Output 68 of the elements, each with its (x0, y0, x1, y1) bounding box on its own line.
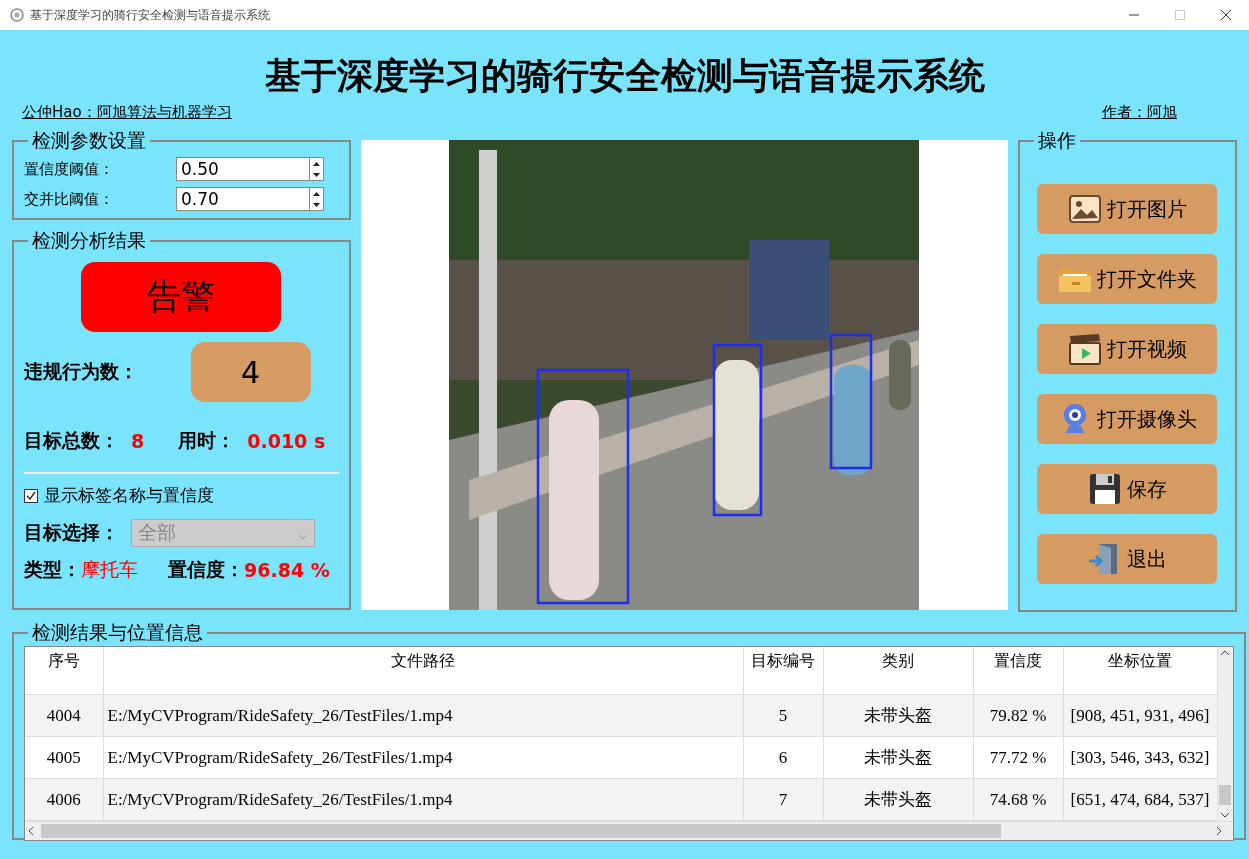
type-value: 摩托车 (81, 557, 138, 582)
violations-count: 4 (190, 342, 311, 402)
panel-title: 检测参数设置 (31, 128, 147, 153)
maximize-icon (1175, 10, 1185, 20)
table-cell: 4005 (25, 736, 103, 779)
scroll-thumb[interactable] (1219, 785, 1232, 805)
table-cell: E:/MyCVProgram/RideSafety_26/TestFiles/1.mp4 (103, 778, 743, 821)
table-cell: 未带头盔 (823, 778, 973, 821)
table-cell: 6 (743, 736, 823, 779)
table-cell: 4004 (25, 694, 103, 737)
field-label: 交并比阈值： (24, 189, 115, 209)
spin-down-icon[interactable] (313, 202, 320, 207)
table-cell: 未带头盔 (823, 694, 973, 737)
column-header: 置信度 (973, 647, 1063, 695)
total-label: 目标总数： (24, 428, 119, 453)
table-cell: 77.72 % (973, 736, 1063, 779)
action-button[interactable]: 保存 (1037, 464, 1218, 514)
column-header: 目标编号 (743, 647, 823, 695)
field-label: 置信度阈值： (24, 159, 115, 179)
table-cell: E:/MyCVProgram/RideSafety_26/TestFiles/1.mp4 (103, 736, 743, 779)
spin-up-icon[interactable] (313, 191, 320, 196)
column-header: 序号 (25, 647, 103, 695)
confidence-label: 置信度： (168, 557, 244, 582)
action-button[interactable]: 退出 (1037, 534, 1218, 584)
caret-icon (298, 534, 308, 540)
panel-title: 检测分析结果 (31, 228, 147, 253)
spin-up-icon[interactable] (313, 161, 320, 166)
column-header: 文件路径 (103, 647, 743, 695)
checkbox-label: 显示标签名称与置信度 (44, 484, 214, 507)
number-field[interactable]: 0.70 (176, 187, 309, 211)
target-label: 目标选择： (24, 520, 119, 545)
column-header: 坐标位置 (1063, 647, 1217, 695)
action-button[interactable]: 打开视频 (1037, 324, 1218, 374)
author-link[interactable]: 作者：阿旭 (1102, 102, 1177, 122)
table-cell: 7 (743, 778, 823, 821)
horizontal-scrollbar[interactable] (25, 821, 1233, 840)
table-cell: 4006 (25, 778, 103, 821)
number-field[interactable]: 0.50 (176, 157, 309, 181)
alert-indicator: 告警 (81, 262, 282, 332)
table-cell: 74.68 % (973, 778, 1063, 821)
table-cell: [908, 451, 931, 496] (1063, 694, 1217, 737)
column-header: 类别 (823, 647, 973, 695)
confidence-value: 96.84 % (244, 559, 330, 581)
table-cell: 79.82 % (973, 694, 1063, 737)
app-icon (10, 8, 24, 22)
action-button[interactable]: 打开文件夹 (1037, 254, 1218, 304)
panel-title: 检测结果与位置信息 (31, 620, 204, 645)
type-label: 类型： (24, 557, 81, 582)
clapperboard-icon (1067, 331, 1104, 367)
action-button[interactable]: 打开摄像头 (1037, 394, 1218, 444)
table-cell: 5 (743, 694, 823, 737)
app-title: 基于深度学习的骑行安全检测与语音提示系统 (263, 53, 986, 98)
table-cell: [303, 546, 343, 632] (1063, 736, 1217, 779)
time-label: 用时： (178, 428, 236, 453)
close-icon (1221, 10, 1231, 20)
checkbox[interactable] (24, 488, 38, 503)
table-cell: [651, 474, 684, 537] (1063, 778, 1217, 821)
time-value: 0.010 s (247, 430, 326, 452)
panel-title: 操作 (1036, 128, 1077, 153)
violations-label: 违规行为数： (24, 359, 138, 384)
total-value: 8 (131, 430, 145, 452)
account-link[interactable]: 公仲Hao：阿旭算法与机器学习 (22, 102, 232, 122)
spin-down-icon[interactable] (313, 172, 320, 177)
table-cell: 未带头盔 (823, 736, 973, 779)
table-cell: E:/MyCVProgram/RideSafety_26/TestFiles/1.mp4 (103, 694, 743, 737)
scroll-thumb[interactable] (41, 824, 1001, 838)
action-button[interactable]: 打开图片 (1037, 184, 1218, 234)
window-title: 基于深度学习的骑行安全检测与语音提示系统 (30, 6, 270, 24)
